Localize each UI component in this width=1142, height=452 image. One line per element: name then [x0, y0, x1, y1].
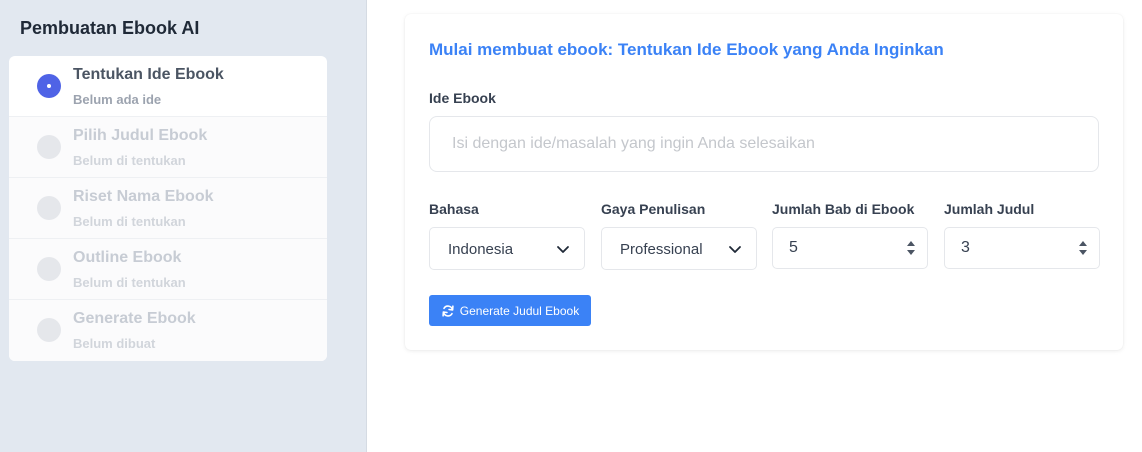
refresh-icon: [442, 304, 454, 317]
step-list: Tentukan Ide Ebook Belum ada ide Pilih J…: [9, 56, 327, 361]
idea-input[interactable]: [429, 116, 1099, 172]
step-title: Generate Ebook: [73, 310, 196, 327]
sidebar: Pembuatan Ebook AI Tentukan Ide Ebook Be…: [0, 0, 367, 452]
step-tentukan-ide[interactable]: Tentukan Ide Ebook Belum ada ide: [9, 56, 327, 117]
radio-circle-icon: [37, 257, 61, 281]
step-status: Belum ada ide: [73, 92, 162, 107]
language-value: Indonesia: [448, 241, 514, 258]
spinner-arrows-icon[interactable]: [905, 238, 917, 258]
step-outline: Outline Ebook Belum di tentukan: [9, 239, 327, 300]
radio-dot-icon: [37, 74, 61, 98]
chapters-value: 5: [789, 239, 798, 256]
step-title: Riset Nama Ebook: [73, 188, 214, 205]
style-label: Gaya Penulisan: [601, 201, 706, 217]
titles-stepper[interactable]: 3: [944, 227, 1100, 269]
step-pilih-judul: Pilih Judul Ebook Belum di tentukan: [9, 117, 327, 178]
step-status: Belum di tentukan: [73, 214, 186, 229]
step-title: Outline Ebook: [73, 249, 182, 266]
chapters-stepper[interactable]: 5: [772, 227, 928, 269]
chevron-down-icon: [729, 246, 741, 253]
writing-style-select[interactable]: Professional: [601, 227, 757, 270]
page-title: Mulai membuat ebook: Tentukan Ide Ebook …: [429, 40, 944, 59]
spinner-arrows-icon[interactable]: [1077, 238, 1089, 258]
radio-circle-icon: [37, 318, 61, 342]
step-status: Belum dibuat: [73, 336, 156, 351]
language-label: Bahasa: [429, 201, 479, 217]
step-status: Belum di tentukan: [73, 153, 186, 168]
ebook-idea-card: Mulai membuat ebook: Tentukan Ide Ebook …: [405, 14, 1123, 350]
generate-titles-button[interactable]: Generate Judul Ebook: [429, 295, 591, 326]
style-value: Professional: [620, 241, 703, 258]
chevron-down-icon: [557, 246, 569, 253]
step-status: Belum di tentukan: [73, 275, 186, 290]
step-title: Pilih Judul Ebook: [73, 127, 208, 144]
radio-circle-icon: [37, 135, 61, 159]
chapters-label: Jumlah Bab di Ebook: [772, 201, 915, 217]
generate-button-label: Generate Judul Ebook: [459, 303, 580, 318]
step-title: Tentukan Ide Ebook: [73, 66, 224, 83]
step-generate: Generate Ebook Belum dibuat: [9, 300, 327, 361]
sidebar-title: Pembuatan Ebook AI: [20, 18, 200, 38]
radio-circle-icon: [37, 196, 61, 220]
step-riset-nama: Riset Nama Ebook Belum di tentukan: [9, 178, 327, 239]
titles-value: 3: [961, 239, 970, 256]
language-select[interactable]: Indonesia: [429, 227, 585, 270]
titles-label: Jumlah Judul: [944, 201, 1035, 217]
idea-label: Ide Ebook: [429, 90, 496, 106]
